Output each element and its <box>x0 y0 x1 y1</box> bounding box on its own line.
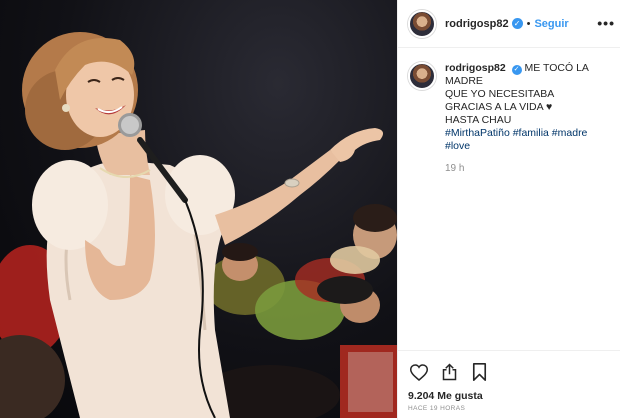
caption-verified-badge-icon: ✓ <box>511 64 522 75</box>
caption-line-3: GRACIAS A LA VIDA ♥ <box>445 101 553 113</box>
caption-body: rodrigosp82 ✓ ME TOCÓ LA MADRE QUE YO NE… <box>445 62 613 175</box>
actions-divider <box>398 350 620 351</box>
share-icon[interactable] <box>438 361 460 383</box>
caption-username[interactable]: rodrigosp82 <box>445 62 506 74</box>
more-options-icon[interactable]: ••• <box>597 15 615 31</box>
photo-illustration <box>0 32 397 418</box>
heart-icon[interactable] <box>408 361 430 383</box>
caption-comment: rodrigosp82 ✓ ME TOCÓ LA MADRE QUE YO NE… <box>408 62 613 175</box>
avatar[interactable] <box>408 9 436 38</box>
header-separator: • <box>526 17 531 30</box>
caption-line-2: QUE YO NECESITABA <box>445 88 555 100</box>
caption-hashtags[interactable]: #MirthaPatiño #familia #madre #love <box>445 127 613 153</box>
post-timestamp[interactable]: HACE 19 HORAS <box>408 405 465 412</box>
caption-line-4: HASTA CHAU <box>445 114 512 126</box>
verified-badge-icon: ✓ <box>511 18 523 29</box>
post-actions <box>408 360 613 384</box>
follow-button[interactable]: Seguir <box>534 18 568 30</box>
caption-time-ago[interactable]: 19 h <box>445 162 613 175</box>
post-sidebar: rodrigosp82 ✓ • Seguir ••• rodrigosp82 ✓… <box>397 0 620 420</box>
caption-avatar[interactable] <box>408 62 436 90</box>
post-photo[interactable] <box>0 0 397 418</box>
header-username[interactable]: rodrigosp82 <box>445 18 509 30</box>
bookmark-icon[interactable] <box>468 361 490 383</box>
likes-count[interactable]: 9.204 Me gusta <box>408 390 483 402</box>
post-header: rodrigosp82 ✓ • Seguir ••• <box>398 0 620 48</box>
